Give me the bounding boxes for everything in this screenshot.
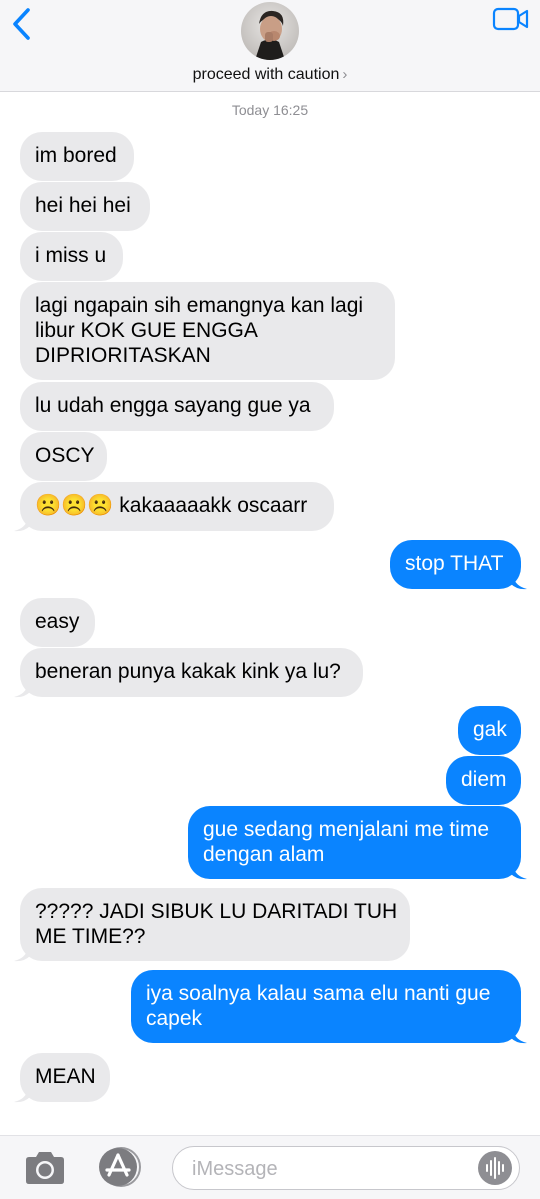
contact-name-label: proceed with caution <box>192 66 340 83</box>
incoming-message-bubble[interactable]: ☹️☹️☹️ kakaaaaakk oscaarr <box>20 482 334 531</box>
back-button[interactable] <box>8 6 36 42</box>
contact-name[interactable]: proceed with caution › <box>0 66 540 84</box>
imessage-input-box[interactable] <box>172 1146 520 1190</box>
message-text: beneran punya kakak kink ya lu? <box>35 660 341 683</box>
message-text: im bored <box>35 144 117 167</box>
contact-avatar[interactable] <box>241 2 299 60</box>
incoming-message-bubble[interactable]: beneran punya kakak kink ya lu? <box>20 648 363 697</box>
message-text-line: dengan alam <box>203 843 325 866</box>
chevron-left-icon <box>13 8 30 40</box>
message-text-line: ME TIME?? <box>35 925 146 948</box>
message-composer-bar <box>0 1135 540 1199</box>
bubble-tail <box>511 576 527 590</box>
message-text-line: libur KOK GUE ENGGA <box>35 319 258 342</box>
conversation-timestamp: Today 16:25 <box>231 102 309 118</box>
message-text: OSCY <box>35 444 95 467</box>
bubble-tail <box>14 684 30 698</box>
incoming-message-bubble[interactable]: i miss u <box>20 232 123 281</box>
bubble-tail <box>511 866 527 880</box>
outgoing-message-bubble[interactable]: gue sedang menjalani me time dengan alam <box>188 806 521 879</box>
facetime-video-button[interactable] <box>492 6 530 32</box>
app-store-icon <box>99 1147 141 1187</box>
incoming-message-bubble[interactable]: im bored <box>20 132 134 181</box>
bubble-tail <box>14 948 30 962</box>
bubble-tail <box>511 1030 527 1044</box>
incoming-message-bubble[interactable]: MEAN <box>20 1053 110 1102</box>
incoming-message-bubble[interactable]: lu udah engga sayang gue ya <box>20 382 334 431</box>
incoming-message-bubble[interactable]: easy <box>20 598 95 647</box>
message-text-line: lagi ngapain sih emangnya kan lagi <box>35 294 364 317</box>
audio-message-button[interactable] <box>478 1151 512 1185</box>
message-text: stop THAT <box>405 552 504 575</box>
message-text: easy <box>35 610 80 633</box>
outgoing-message-bubble[interactable]: gak <box>458 706 521 755</box>
message-text-line: DIPRIORITASKAN <box>35 344 211 367</box>
message-text-line: ????? JADI SIBUK LU DARITADI TUH <box>35 900 398 923</box>
message-text: MEAN <box>35 1065 96 1088</box>
conversation-header: proceed with caution › <box>0 0 540 92</box>
audio-waveform-icon <box>486 1157 504 1179</box>
message-text-line: capek <box>146 1007 203 1030</box>
outgoing-message-bubble[interactable]: diem <box>446 756 521 805</box>
incoming-message-bubble[interactable]: ????? JADI SIBUK LU DARITADI TUH ME TIME… <box>20 888 410 961</box>
bubble-tail <box>14 518 30 532</box>
message-text: gak <box>473 718 507 741</box>
imessage-input[interactable] <box>190 1155 474 1183</box>
message-text: kakaaaaakk oscaarr <box>119 494 308 517</box>
outgoing-message-bubble[interactable]: stop THAT <box>390 540 521 589</box>
message-text-line: iya soalnya kalau sama elu nanti gue <box>146 982 491 1005</box>
incoming-message-bubble[interactable]: lagi ngapain sih emangnya kan lagi libur… <box>20 282 395 380</box>
incoming-message-bubble[interactable]: hei hei hei <box>20 182 150 231</box>
app-store-button[interactable] <box>94 1147 144 1187</box>
camera-icon <box>26 1152 64 1184</box>
chevron-right-icon: › <box>342 66 348 83</box>
video-camera-icon <box>492 7 529 31</box>
camera-button[interactable] <box>22 1150 68 1186</box>
message-text: lu udah engga sayang gue ya <box>35 394 311 417</box>
message-text: hei hei hei <box>35 194 131 217</box>
outgoing-message-bubble[interactable]: iya soalnya kalau sama elu nanti gue cap… <box>131 970 521 1043</box>
incoming-message-bubble[interactable]: OSCY <box>20 432 107 481</box>
sad-face-emoji: ☹️☹️☹️ <box>35 493 114 517</box>
bubble-tail <box>14 1089 30 1103</box>
message-text: diem <box>461 768 507 791</box>
message-text-line: gue sedang menjalani me time <box>203 818 490 841</box>
message-text: i miss u <box>35 244 107 267</box>
